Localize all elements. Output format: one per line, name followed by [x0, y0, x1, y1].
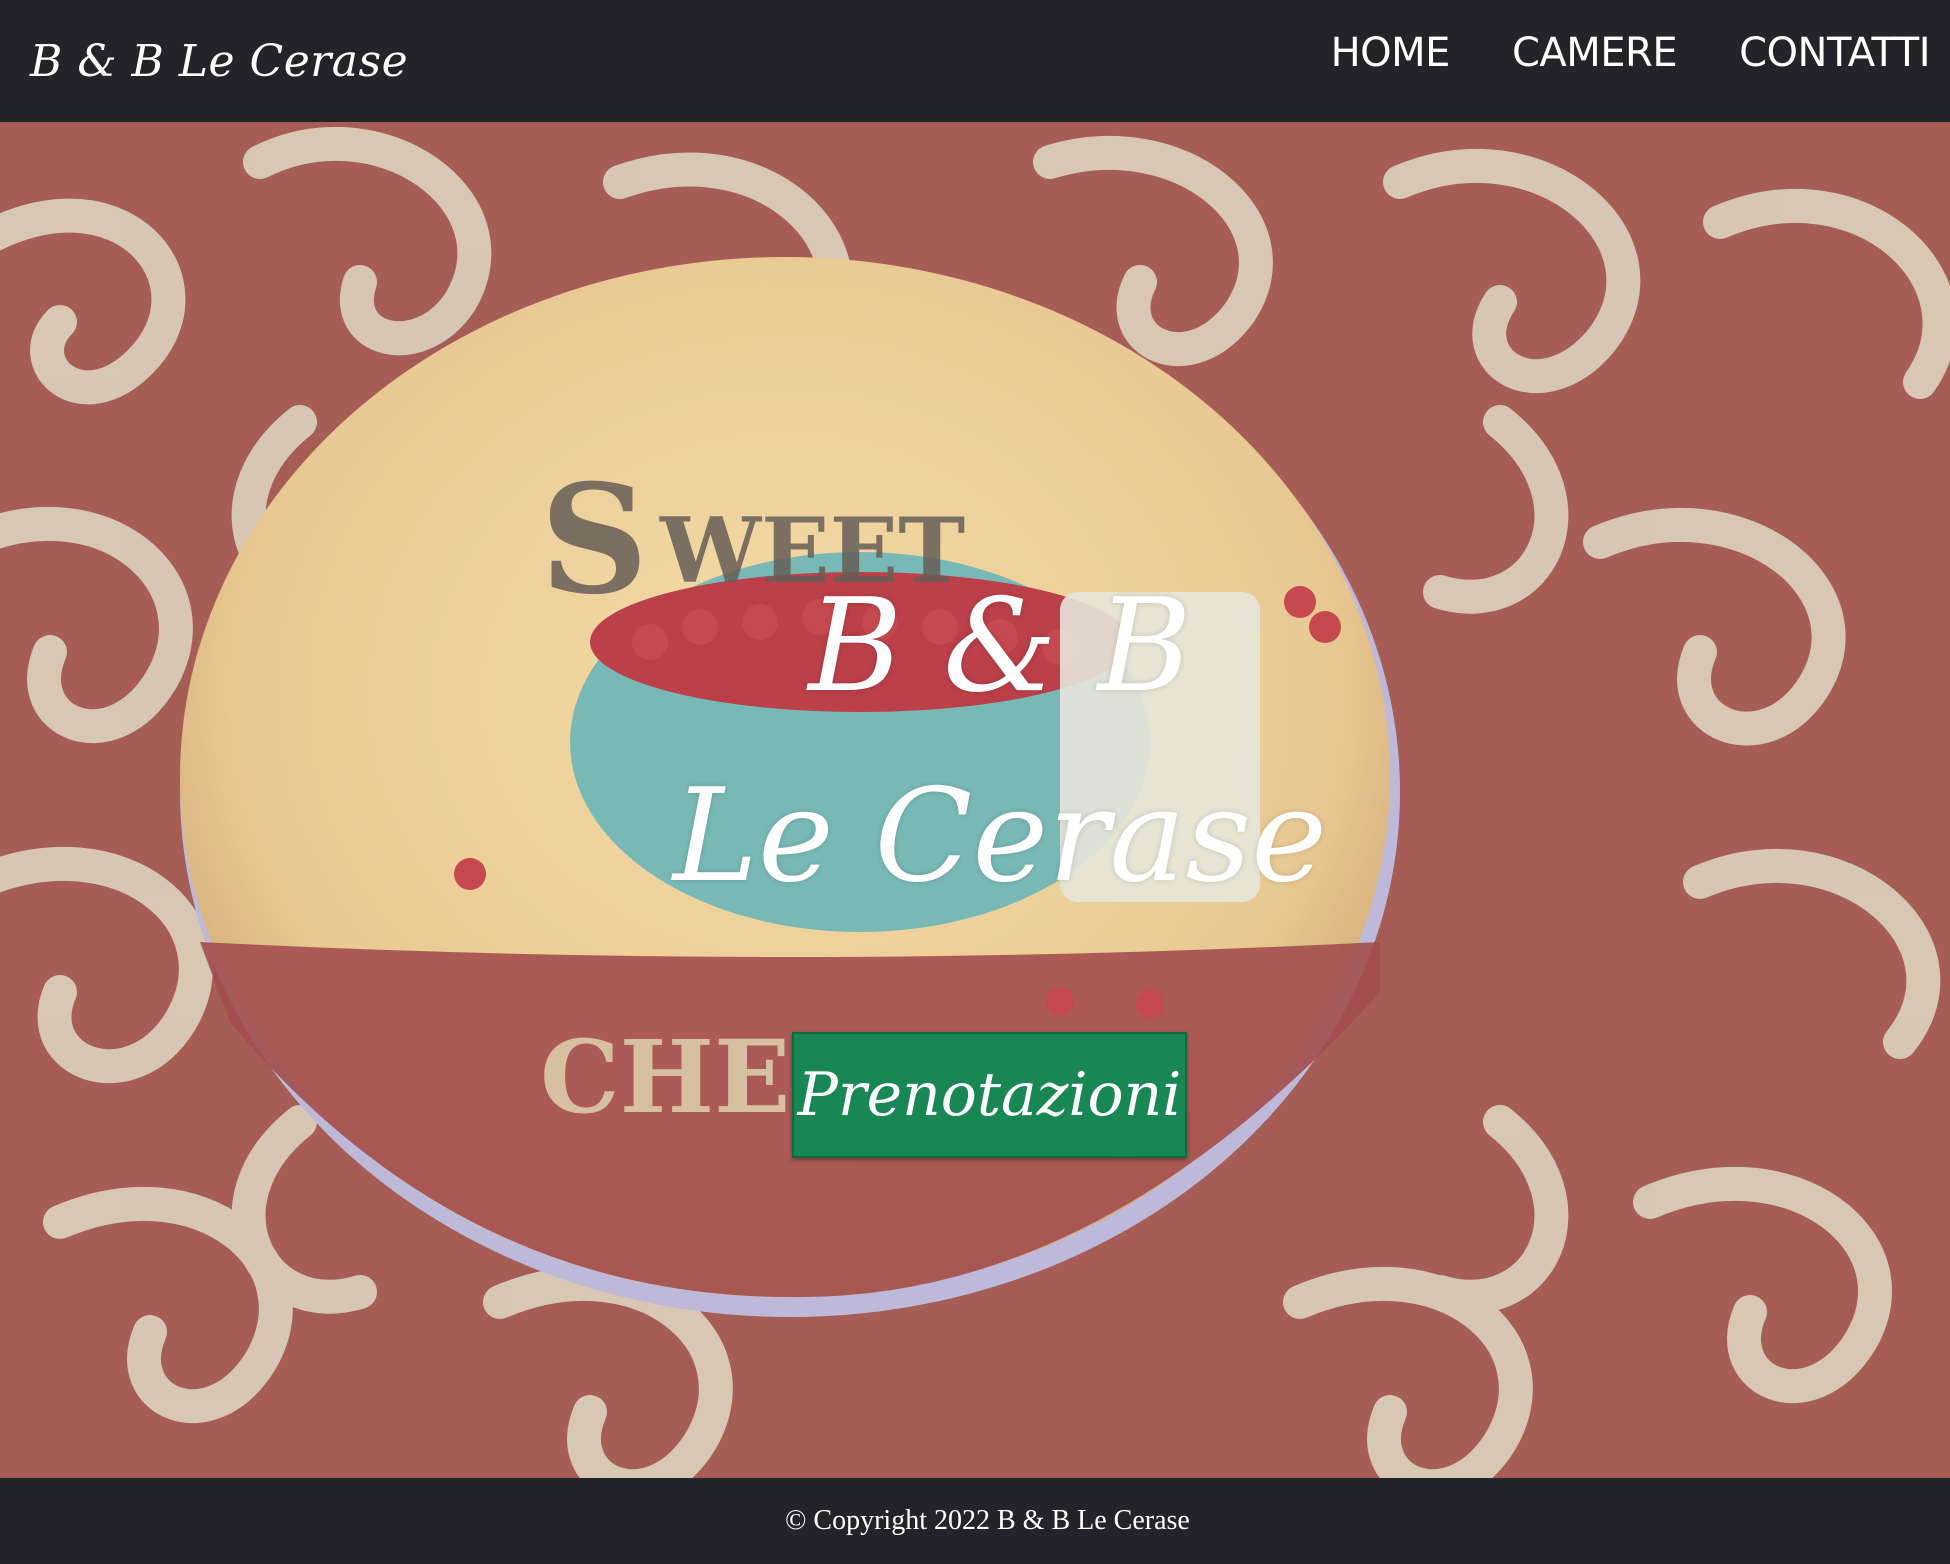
hero-title-line1: B & B: [808, 572, 1192, 721]
footer: © Copyright 2022 B & B Le Cerase: [0, 1478, 1950, 1564]
hero-section: S WEET CHE S B & B Le Cerase Prenotazion…: [0, 122, 1950, 1478]
hero-title: B & B Le Cerase: [0, 552, 1950, 932]
hero-title-line2: Le Cerase: [672, 762, 1328, 911]
nav-link-contatti[interactable]: CONTATTI: [1739, 30, 1930, 76]
nav-link-camere[interactable]: CAMERE: [1512, 30, 1678, 76]
brand-link[interactable]: B & B Le Cerase: [30, 36, 408, 87]
footer-copyright: © Copyright 2022 B & B Le Cerase: [785, 1505, 1190, 1536]
booking-button[interactable]: Prenotazioni: [792, 1032, 1187, 1158]
nav-link-home[interactable]: HOME: [1331, 30, 1451, 76]
navbar: B & B Le Cerase HOME CAMERE CONTATTI: [0, 0, 1950, 122]
nav-links: HOME CAMERE CONTATTI: [1331, 30, 1931, 76]
